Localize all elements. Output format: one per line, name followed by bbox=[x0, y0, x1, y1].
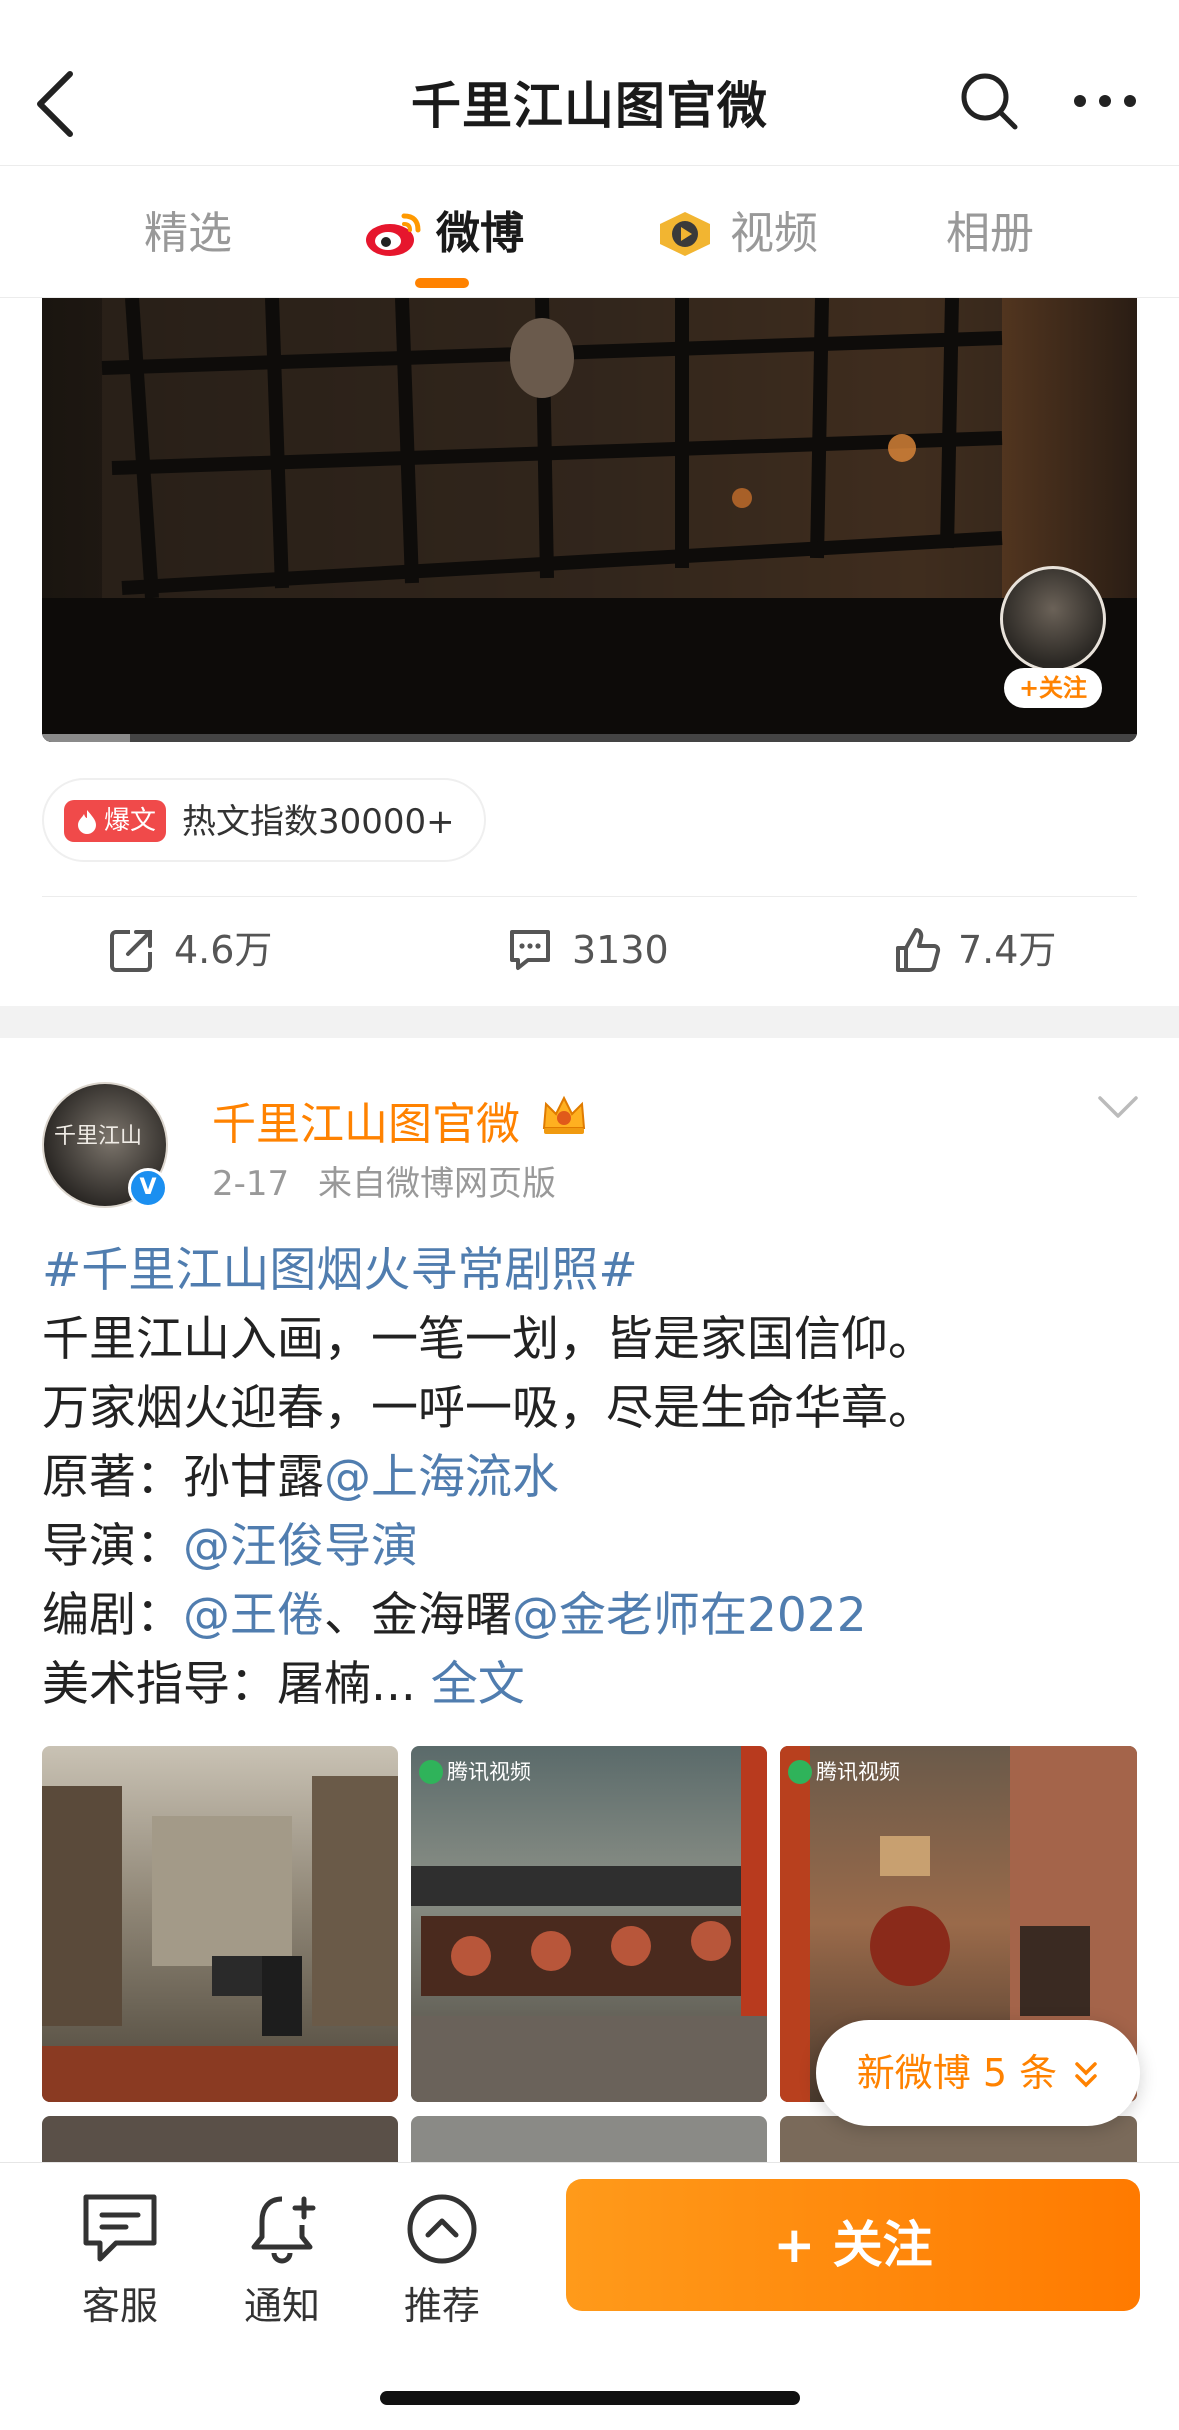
post-line-3: 原著：孙甘露@上海流水 bbox=[42, 1443, 1142, 1512]
credit-label: 原著：孙甘露 bbox=[42, 1450, 324, 1505]
search-icon bbox=[961, 73, 1018, 130]
hot-tag: 爆文 bbox=[64, 800, 166, 842]
post-meta: 2-17 来自微博网页版 bbox=[212, 1156, 556, 1205]
follow-button[interactable]: + 关注 bbox=[566, 2179, 1140, 2311]
notification-button[interactable]: 通知 bbox=[212, 2191, 352, 2330]
tab-label: 视频 bbox=[730, 208, 818, 259]
thumbs-up-icon bbox=[896, 928, 941, 972]
avatar-calligraphy: 千里江山 bbox=[54, 1124, 143, 1149]
credit-label: 编剧： bbox=[42, 1588, 183, 1643]
more-button[interactable] bbox=[1070, 76, 1140, 126]
video-progress-track[interactable] bbox=[42, 734, 1137, 742]
watermark-text: 腾讯视频 bbox=[816, 1760, 900, 1784]
repost-count: 4.6万 bbox=[174, 928, 273, 972]
search-button[interactable] bbox=[958, 70, 1020, 132]
post-line-5: 编剧：@王倦、金海曙@金老师在2022 bbox=[42, 1581, 1142, 1650]
tab-album[interactable]: 相册 bbox=[946, 206, 1034, 262]
post-source: 来自微博网页版 bbox=[317, 1164, 556, 1204]
watermark-text: 腾讯视频 bbox=[447, 1760, 531, 1784]
like-count: 7.4万 bbox=[958, 928, 1057, 972]
mention-link[interactable]: @金老师在2022 bbox=[512, 1588, 867, 1643]
comment-count: 3130 bbox=[572, 928, 669, 972]
hot-index-badge[interactable]: 爆文 热文指数30000+ bbox=[42, 778, 486, 862]
post-line-2: 万家烟火迎春，一呼一吸，尽是生命华章。 bbox=[42, 1381, 935, 1436]
mention-link[interactable]: @上海流水 bbox=[324, 1450, 559, 1505]
bell-plus-icon bbox=[251, 2196, 316, 2264]
profile-tabs: 精选 微博 视频 相册 bbox=[0, 166, 1179, 298]
tencent-video-icon bbox=[788, 1760, 812, 1784]
post-text: #千里江山图烟火寻常剧照# 千里江山入画，一笔一划，皆是家国信仰。 万家烟火迎春… bbox=[42, 1236, 1142, 1719]
notification-label: 通知 bbox=[243, 2284, 320, 2328]
tencent-video-watermark: 腾讯视频 bbox=[788, 1756, 900, 1786]
credit-text: 、金海曙 bbox=[324, 1588, 512, 1643]
divider bbox=[42, 896, 1137, 897]
market-scene bbox=[411, 1746, 767, 2102]
flame-icon bbox=[78, 810, 96, 834]
video-player[interactable]: +关注 bbox=[42, 298, 1137, 742]
video-frame bbox=[42, 298, 1137, 742]
full-text-link[interactable]: 全文 bbox=[431, 1657, 525, 1712]
tab-featured[interactable]: 精选 bbox=[144, 206, 232, 262]
mention-link[interactable]: @王倦 bbox=[183, 1588, 324, 1643]
recommend-label: 推荐 bbox=[403, 2284, 480, 2328]
chat-bubble-icon bbox=[83, 2194, 157, 2262]
video-play-icon bbox=[660, 212, 710, 256]
new-posts-label: 新微博 5 条 bbox=[856, 2051, 1058, 2095]
chevron-up-circle-icon bbox=[407, 2194, 477, 2264]
vip-crown-icon bbox=[542, 1095, 586, 1134]
repost-icon bbox=[110, 930, 152, 972]
mention-link[interactable]: @汪俊导演 bbox=[183, 1519, 418, 1574]
more-dots-icon bbox=[1074, 95, 1136, 107]
active-tab-indicator bbox=[415, 278, 469, 288]
post-image[interactable] bbox=[42, 1746, 398, 2102]
double-chevron-down-icon bbox=[1075, 2062, 1097, 2088]
weibo-logo-icon bbox=[366, 213, 421, 256]
post-line-6: 美术指导：屠楠... 全文 bbox=[42, 1650, 1142, 1719]
tab-label: 精选 bbox=[144, 208, 232, 259]
post-line-1: 千里江山入画，一笔一划，皆是家国信仰。 bbox=[42, 1312, 935, 1367]
tab-video[interactable]: 视频 bbox=[656, 206, 818, 262]
author-avatar[interactable] bbox=[1000, 566, 1106, 672]
street-scene bbox=[42, 1776, 398, 2102]
home-indicator bbox=[380, 2391, 800, 2405]
credit-label: 美术指导：屠楠... bbox=[42, 1657, 416, 1712]
tencent-video-icon bbox=[419, 1760, 443, 1784]
credit-label: 导演： bbox=[42, 1519, 183, 1574]
recommend-button[interactable]: 推荐 bbox=[372, 2191, 512, 2330]
verified-badge-icon: V bbox=[128, 1168, 168, 1208]
post-line-4: 导演：@汪俊导演 bbox=[42, 1512, 1142, 1581]
customer-service-button[interactable]: 客服 bbox=[50, 2191, 190, 2330]
bottom-action-bar: 客服 通知 推荐 + 关注 bbox=[0, 2162, 1179, 2430]
tab-label: 相册 bbox=[946, 208, 1034, 259]
hashtag-link[interactable]: #千里江山图烟火寻常剧照# bbox=[42, 1236, 1142, 1305]
comment-icon bbox=[510, 930, 550, 970]
hot-index-text: 热文指数30000+ bbox=[182, 802, 455, 842]
feed-separator bbox=[0, 1006, 1179, 1038]
new-posts-pill[interactable]: 新微博 5 条 bbox=[816, 2020, 1140, 2126]
post-date: 2-17 bbox=[212, 1164, 290, 1204]
video-follow-button[interactable]: +关注 bbox=[1004, 668, 1102, 708]
tab-label: 微博 bbox=[436, 208, 524, 259]
video-progress-fill bbox=[42, 734, 130, 742]
post-author-name[interactable]: 千里江山图官微 bbox=[212, 1088, 520, 1152]
top-navigation-bar: 千里江山图官微 bbox=[0, 0, 1179, 166]
customer-service-label: 客服 bbox=[81, 2284, 158, 2328]
hot-tag-label: 爆文 bbox=[104, 806, 157, 836]
tab-weibo[interactable]: 微博 bbox=[364, 206, 524, 262]
tencent-video-watermark: 腾讯视频 bbox=[419, 1756, 531, 1786]
post-image[interactable]: 腾讯视频 bbox=[411, 1746, 767, 2102]
chevron-down-icon[interactable] bbox=[1096, 1092, 1140, 1122]
